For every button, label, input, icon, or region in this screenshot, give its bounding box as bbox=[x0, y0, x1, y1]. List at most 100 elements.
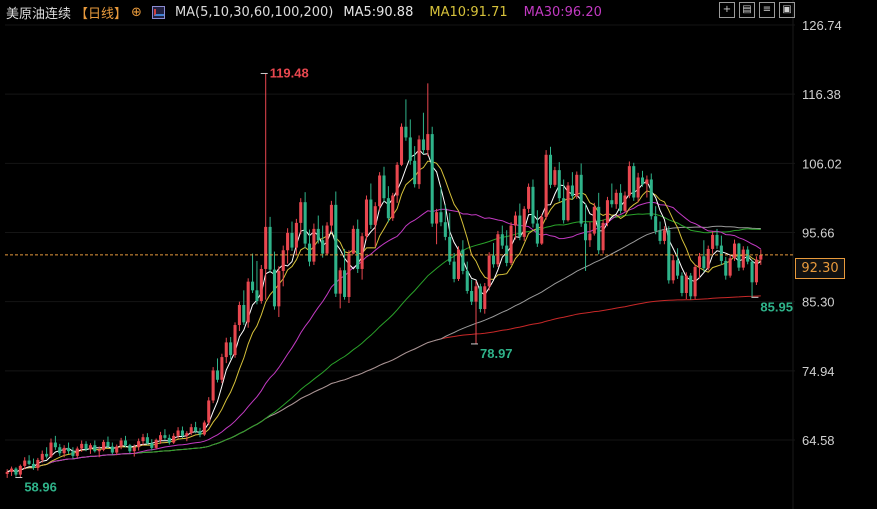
candle-body bbox=[351, 228, 355, 254]
candle-body bbox=[522, 208, 526, 237]
candle-body bbox=[632, 166, 636, 198]
candle-body bbox=[159, 435, 163, 440]
candle-body bbox=[207, 400, 211, 423]
current-price-label: 92.30 bbox=[795, 258, 845, 279]
candle-body bbox=[562, 198, 566, 221]
candle-body bbox=[741, 249, 745, 268]
candle-body bbox=[36, 459, 40, 468]
candle-body bbox=[386, 198, 390, 219]
candle-body bbox=[610, 200, 614, 205]
y-tick-label: 74.94 bbox=[802, 364, 835, 379]
candle-body bbox=[649, 179, 653, 217]
chart-header: 美原油连续 【日线】 ⊕ MA(5,10,30,60,100,200) MA5:… bbox=[6, 3, 606, 22]
candle-body bbox=[636, 177, 640, 198]
candle-body bbox=[290, 232, 294, 248]
candle-body bbox=[303, 202, 307, 244]
candle-body bbox=[754, 259, 758, 283]
candle-body bbox=[272, 269, 276, 307]
candle-body bbox=[395, 164, 399, 196]
candlestick-chart[interactable]: 126.74 116.38 106.02 95.66 85.30 74.94 64.58 11… bbox=[0, 0, 877, 509]
candle-body bbox=[62, 447, 66, 454]
candle-body bbox=[518, 215, 522, 237]
candle-body bbox=[128, 445, 132, 452]
y-tick-label: 64.58 bbox=[802, 433, 835, 448]
ma30-line bbox=[7, 201, 762, 473]
candle-body bbox=[75, 448, 79, 456]
candle-body bbox=[588, 233, 592, 241]
candle-body bbox=[115, 446, 119, 453]
candle-body bbox=[478, 286, 482, 310]
candle-body bbox=[97, 449, 101, 452]
candle-body bbox=[202, 422, 206, 435]
y-tick-label: 85.30 bbox=[802, 295, 835, 310]
indicator-icon[interactable] bbox=[151, 5, 165, 19]
candle-body bbox=[40, 453, 44, 460]
candle-body bbox=[711, 234, 715, 249]
candle-body bbox=[732, 243, 737, 259]
candle-body bbox=[540, 216, 544, 244]
candle-body bbox=[84, 443, 88, 450]
window-icon[interactable]: ▣ bbox=[779, 2, 795, 18]
candle-body bbox=[364, 199, 369, 237]
candle-body bbox=[399, 126, 404, 165]
indicator-label[interactable]: MA(5,10,30,60,100,200) bbox=[175, 5, 333, 20]
candle-body bbox=[544, 154, 548, 217]
candle-body bbox=[706, 248, 710, 269]
settings-icon[interactable]: ⊕ bbox=[131, 5, 142, 20]
candle-body bbox=[281, 250, 285, 271]
y-tick-label: 116.38 bbox=[802, 87, 841, 102]
candle-body bbox=[474, 286, 478, 302]
candle-body bbox=[553, 170, 557, 185]
candle-body bbox=[684, 275, 688, 293]
candle-body bbox=[448, 236, 452, 262]
candle-body bbox=[531, 186, 535, 224]
ma60-line bbox=[7, 213, 761, 473]
candle-body bbox=[137, 441, 141, 448]
candle-body bbox=[413, 160, 417, 185]
candle-body bbox=[527, 186, 531, 209]
candle-body bbox=[220, 357, 224, 380]
candle-body bbox=[750, 261, 754, 283]
candle-body bbox=[88, 445, 92, 450]
candle-body bbox=[597, 206, 601, 251]
candle-body bbox=[167, 437, 171, 443]
candle-body bbox=[584, 223, 588, 241]
candle-body bbox=[408, 137, 412, 161]
candle-body bbox=[548, 154, 553, 185]
candle-body bbox=[53, 442, 57, 448]
candle-body bbox=[145, 437, 149, 444]
candle-body bbox=[697, 256, 702, 267]
candle-body bbox=[264, 226, 268, 269]
candle-body bbox=[154, 439, 158, 448]
candle-body bbox=[680, 275, 684, 293]
candle-body bbox=[294, 222, 298, 248]
candle-body bbox=[343, 270, 347, 297]
extreme-label: 78.97 bbox=[480, 346, 513, 361]
candle-body bbox=[141, 437, 145, 442]
candle-body bbox=[421, 139, 425, 151]
candle-body bbox=[66, 447, 71, 452]
candle-body bbox=[224, 342, 228, 358]
candle-body bbox=[619, 192, 623, 211]
candle-body bbox=[746, 249, 750, 262]
ma5-value: MA5:90.88 bbox=[343, 4, 414, 20]
candle-body bbox=[329, 204, 333, 226]
layout-icon[interactable]: ▤ bbox=[739, 2, 755, 18]
candle-body bbox=[5, 471, 9, 474]
period-label[interactable]: 【日线】 bbox=[75, 3, 127, 22]
candle-body bbox=[487, 255, 491, 287]
candle-body bbox=[360, 236, 364, 269]
candle-body bbox=[45, 453, 49, 457]
candle-body bbox=[461, 249, 465, 271]
candle-body bbox=[391, 195, 395, 219]
list-icon[interactable]: ≡ bbox=[759, 2, 775, 18]
candle-body bbox=[93, 445, 97, 452]
crosshair-icon[interactable]: + bbox=[719, 2, 735, 18]
candle-body bbox=[14, 468, 18, 475]
candle-body bbox=[18, 465, 22, 475]
candle-body bbox=[242, 305, 246, 323]
candle-body bbox=[237, 305, 241, 326]
candle-body bbox=[627, 166, 631, 196]
extreme-label: 119.48 bbox=[270, 65, 309, 80]
candle-body bbox=[163, 435, 167, 438]
